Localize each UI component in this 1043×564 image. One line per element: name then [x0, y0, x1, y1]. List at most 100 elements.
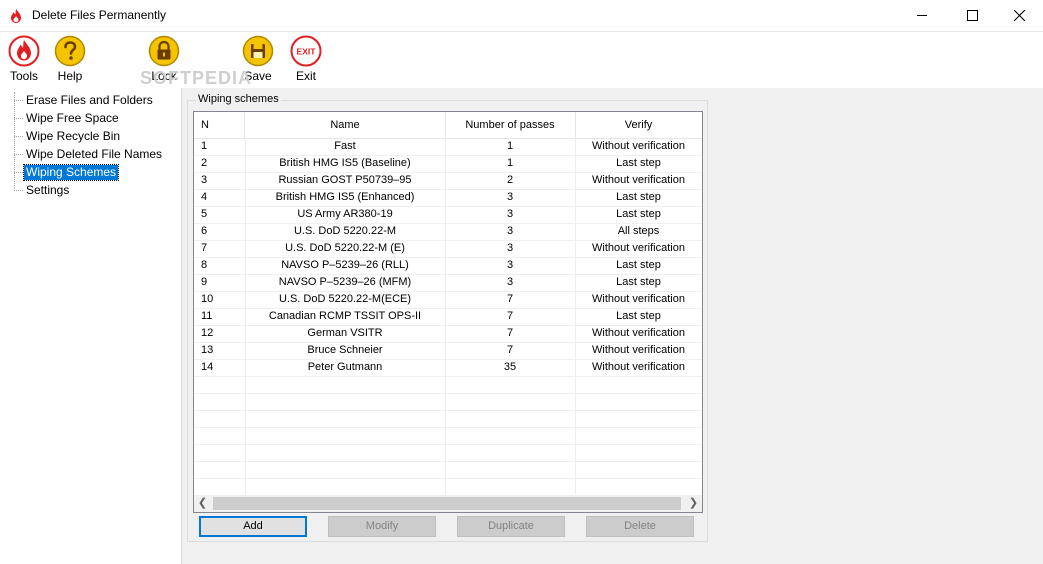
table-row[interactable]: 10 U.S. DoD 5220.22-M(ECE) 7 Without verifi… — [194, 291, 702, 309]
cell-passes: 2 — [506, 174, 514, 186]
navigation-tree: Erase Files and Folders Wipe Free Space … — [0, 88, 182, 564]
table-row[interactable]: 5 US Army AR380-19 3 Last step — [194, 206, 702, 224]
table-row[interactable]: 1 Fast 1 Without verification — [194, 138, 702, 156]
cell-verify: Last step — [616, 310, 661, 322]
table-row[interactable]: 12 German VSITR 7 Without verification — [194, 325, 702, 343]
flame-icon — [11, 9, 21, 23]
cell-n: 4 — [201, 191, 208, 203]
tree-item-wipe-deleted-file-names[interactable]: Wipe Deleted File Names — [0, 146, 180, 163]
table-row[interactable]: 14 Peter Gutmann 35 Without verification — [194, 359, 702, 377]
minimize-button[interactable] — [899, 0, 945, 31]
column-header-name[interactable]: Name — [245, 112, 446, 138]
cell-passes: 3 — [506, 242, 514, 254]
tree-item-label: Erase Files and Folders — [26, 93, 153, 107]
empty-row — [194, 410, 702, 428]
cell-name: German VSITR — [307, 327, 383, 339]
cell-n: 12 — [201, 327, 214, 339]
tree-item-wipe-recycle-bin[interactable]: Wipe Recycle Bin — [0, 128, 180, 145]
cell-passes: 3 — [506, 225, 514, 237]
table-row[interactable]: 13 Bruce Schneier 7 Without verification — [194, 342, 702, 360]
tree-item-wiping-schemes[interactable]: Wiping Schemes — [0, 164, 180, 181]
help-icon — [54, 35, 86, 67]
close-button[interactable] — [997, 0, 1043, 31]
cell-verify: Last step — [616, 276, 661, 288]
help-button[interactable]: Help — [48, 35, 92, 87]
window-title: Delete Files Permanently — [32, 8, 167, 22]
tree-connector — [14, 172, 23, 173]
group-title: Wiping schemes — [196, 93, 281, 105]
cell-passes: 7 — [506, 327, 514, 339]
table-row[interactable]: 4 British HMG IS5 (Enhanced) 3 Last step — [194, 189, 702, 207]
cell-name: Peter Gutmann — [307, 361, 383, 373]
watermark: SOFTPEDIA — [140, 68, 253, 88]
minimize-icon — [917, 15, 927, 16]
tree-connector — [14, 118, 23, 119]
cell-n: 8 — [201, 259, 208, 271]
table-row[interactable]: 8 NAVSO P–5239–26 (RLL) 3 Last step — [194, 257, 702, 275]
horizontal-scrollbar[interactable]: ❮ ❯ — [194, 495, 702, 512]
lock-icon — [148, 35, 180, 67]
exit-icon-text: EXIT — [297, 47, 317, 57]
exit-button[interactable]: EXIT Exit — [284, 35, 328, 87]
column-header-n[interactable]: N — [194, 112, 245, 138]
tree-item-label: Settings — [26, 183, 70, 197]
cell-n: 2 — [201, 157, 208, 169]
tree-item-wipe-free-space[interactable]: Wipe Free Space — [0, 110, 180, 127]
table-row[interactable]: 6 U.S. DoD 5220.22-M 3 All steps — [194, 223, 702, 241]
scrollbar-thumb[interactable] — [213, 497, 681, 510]
cell-n: 3 — [201, 174, 208, 186]
cell-name: British HMG IS5 (Baseline) — [279, 157, 411, 169]
cell-passes: 3 — [506, 208, 514, 220]
cell-passes: 3 — [506, 191, 514, 203]
table-row[interactable]: 9 NAVSO P–5239–26 (MFM) 3 Last step — [194, 274, 702, 292]
tools-flame-icon — [8, 35, 40, 67]
tree-item-label: Wipe Deleted File Names — [26, 147, 163, 161]
delete-button[interactable]: Delete — [586, 516, 694, 537]
tree-item-label: Wipe Recycle Bin — [26, 129, 121, 143]
cell-n: 10 — [201, 293, 214, 305]
cell-verify: All steps — [617, 225, 660, 237]
save-icon — [242, 35, 274, 67]
modify-button[interactable]: Modify — [328, 516, 436, 537]
empty-row — [194, 444, 702, 462]
cell-verify: Last step — [616, 259, 661, 271]
maximize-icon — [967, 10, 978, 21]
tree-item-settings[interactable]: Settings — [0, 182, 180, 199]
cell-name: U.S. DoD 5220.22-M(ECE) — [278, 293, 412, 305]
tree-item-erase-files[interactable]: Erase Files and Folders — [0, 92, 180, 109]
exit-label: Exit — [295, 69, 316, 83]
cell-verify: Without verification — [592, 140, 685, 152]
cell-passes: 7 — [506, 310, 514, 322]
cell-verify: Last step — [616, 191, 661, 203]
cell-n: 9 — [201, 276, 208, 288]
duplicate-button[interactable]: Duplicate — [457, 516, 565, 537]
table-row[interactable]: 11 Canadian RCMP TSSIT OPS-II 7 Last step — [194, 308, 702, 326]
cell-n: 11 — [201, 310, 213, 322]
title-bar: Delete Files Permanently — [0, 0, 1043, 32]
empty-row — [194, 376, 702, 394]
cell-verify: Without verification — [592, 344, 685, 356]
cell-name: Canadian RCMP TSSIT OPS-II — [268, 310, 422, 322]
column-header-verify[interactable]: Verify — [575, 112, 702, 138]
cell-n: 14 — [201, 361, 214, 373]
maximize-button[interactable] — [949, 0, 995, 31]
cell-verify: Without verification — [592, 361, 685, 373]
cell-n: 6 — [201, 225, 208, 237]
tree-item-label: Wipe Free Space — [26, 111, 119, 125]
close-icon — [1014, 10, 1025, 21]
table-row[interactable]: 2 British HMG IS5 (Baseline) 1 Last step — [194, 155, 702, 173]
schemes-list[interactable]: N Name Number of passes Verify 1 Fast 1 Wit… — [193, 111, 703, 513]
cell-verify: Without verification — [592, 327, 685, 339]
tree-connector — [14, 154, 23, 155]
cell-verify: Last step — [616, 208, 661, 220]
add-button[interactable]: Add — [199, 516, 307, 537]
cell-verify: Without verification — [592, 293, 685, 305]
tools-button[interactable]: Tools — [2, 35, 46, 87]
cell-name: NAVSO P–5239–26 (RLL) — [281, 259, 409, 271]
cell-name: Fast — [334, 140, 356, 152]
scroll-left-icon[interactable]: ❮ — [194, 495, 211, 512]
column-header-passes[interactable]: Number of passes — [445, 112, 576, 138]
table-row[interactable]: 3 Russian GOST P50739–95 2 Without verifica… — [194, 172, 702, 190]
scroll-right-icon[interactable]: ❯ — [685, 495, 702, 512]
table-row[interactable]: 7 U.S. DoD 5220.22-M (E) 3 Without verifica… — [194, 240, 702, 258]
